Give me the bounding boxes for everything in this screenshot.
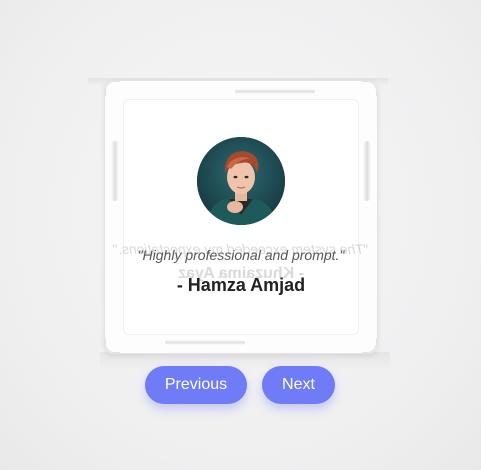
next-button[interactable]: Next	[262, 366, 335, 404]
card-corner	[105, 338, 120, 353]
cube-right-edge	[363, 141, 371, 201]
testimonial-card: "The system exceeded my expectations." -…	[104, 80, 378, 354]
card-shadow-bottom	[100, 352, 390, 370]
previous-button[interactable]: Previous	[145, 366, 247, 404]
testimonial-quote: "Highly professional and prompt."	[137, 247, 345, 263]
cube-left-edge	[111, 141, 119, 201]
page-background: "The system exceeded my expectations." -…	[0, 0, 481, 470]
testimonial-author: - Hamza Amjad	[176, 275, 306, 295]
user-avatar-photo-icon	[197, 137, 285, 225]
card-corner	[362, 81, 377, 96]
avatar	[197, 137, 285, 225]
card-corner	[362, 338, 377, 353]
cube-top-edge	[235, 89, 315, 94]
card-corner	[105, 81, 120, 96]
cube-bottom-edge	[165, 340, 245, 345]
